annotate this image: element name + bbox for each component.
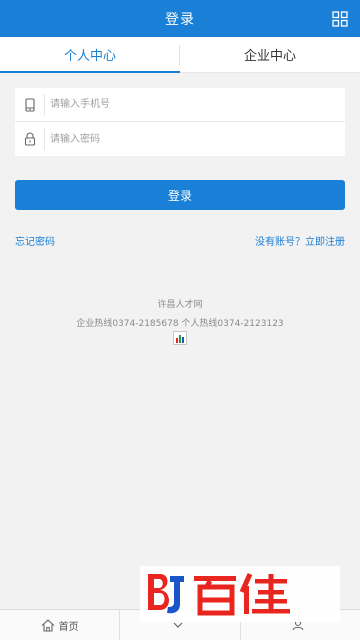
tab-divider bbox=[179, 45, 180, 65]
register-link[interactable]: 没有账号？立即注册 bbox=[255, 233, 345, 248]
stats-chart-icon[interactable] bbox=[173, 331, 187, 345]
tab-label: 企业中心 bbox=[243, 49, 296, 64]
tab-label: 个人中心 bbox=[63, 49, 116, 64]
top-bar: 登录 bbox=[0, 0, 360, 37]
login-button[interactable]: 登录 bbox=[15, 180, 345, 210]
phone-row bbox=[15, 88, 345, 122]
tab-personal-center[interactable]: 个人中心 bbox=[0, 37, 180, 73]
site-name: 许昌人才网 bbox=[157, 300, 203, 310]
login-form bbox=[15, 88, 345, 156]
baijia-logo-icon bbox=[148, 572, 290, 616]
chevron-icon bbox=[173, 622, 183, 628]
center-tabs: 个人中心 企业中心 bbox=[0, 37, 360, 73]
nav-home[interactable]: 首页 bbox=[0, 610, 121, 640]
home-icon bbox=[41, 618, 55, 632]
tab-enterprise-center[interactable]: 企业中心 bbox=[180, 37, 360, 72]
lock-icon bbox=[15, 128, 45, 150]
forgot-password-link[interactable]: 忘记密码 bbox=[15, 233, 55, 248]
password-row bbox=[15, 122, 345, 156]
grid-menu-icon[interactable] bbox=[332, 11, 348, 27]
hotline-text: 企业热线0374-2185678 个人热线0374-2123123 bbox=[76, 319, 284, 329]
password-input[interactable] bbox=[45, 124, 345, 154]
page-title: 登录 bbox=[165, 11, 195, 28]
watermark-logo bbox=[140, 566, 340, 622]
phone-icon bbox=[15, 93, 45, 116]
phone-input[interactable] bbox=[45, 89, 345, 120]
site-info: 许昌人才网 企业热线0374-2185678 个人热线0374-2123123 bbox=[0, 298, 360, 331]
nav-home-label: 首页 bbox=[58, 621, 79, 633]
